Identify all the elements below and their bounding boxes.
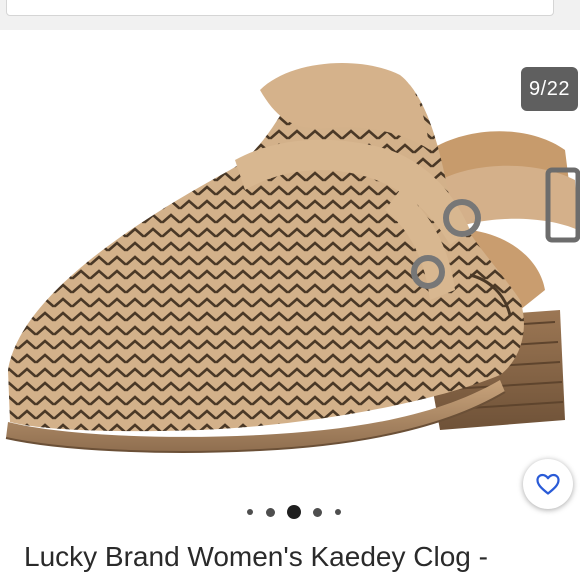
pagination-dot[interactable] <box>335 509 341 515</box>
header-strip <box>0 0 580 30</box>
search-input[interactable] <box>6 0 554 16</box>
pagination-dot[interactable] <box>266 508 275 517</box>
pagination-dot-active[interactable] <box>287 505 301 519</box>
image-carousel[interactable]: 9/22 <box>0 30 580 500</box>
heart-icon <box>536 473 560 495</box>
listing-title: Lucky Brand Women's Kaedey Clog - <box>24 541 488 572</box>
shoe-photo <box>5 63 580 453</box>
image-counter-badge: 9/22 <box>521 67 578 111</box>
pagination-dot[interactable] <box>247 509 253 515</box>
carousel-pagination <box>0 500 580 526</box>
pagination-dot[interactable] <box>313 508 322 517</box>
listing-page: 9/22 Lucky Brand Women's Kaedey Clog - <box>0 0 580 579</box>
